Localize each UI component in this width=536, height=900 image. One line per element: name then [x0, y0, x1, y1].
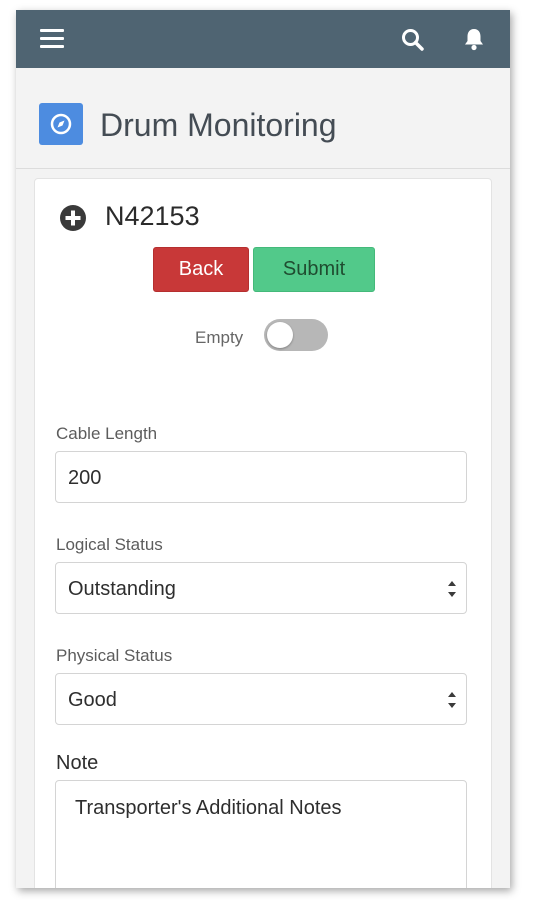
back-button[interactable]: Back: [153, 247, 249, 292]
cable-length-value: 200: [68, 467, 102, 489]
empty-toggle-row: Empty: [35, 319, 491, 355]
note-label: Note: [56, 752, 99, 774]
bell-icon[interactable]: [461, 26, 487, 52]
physical-status-label: Physical Status: [56, 646, 173, 665]
record-id: N42153: [105, 201, 200, 231]
physical-status-select[interactable]: Good: [55, 673, 467, 725]
compass-icon: [39, 103, 83, 145]
record-form-card: N42153 Back Submit Empty Cable Length 20…: [34, 178, 492, 888]
note-placeholder: Transporter's Additional Notes: [75, 797, 342, 819]
logical-status-label: Logical Status: [56, 535, 163, 554]
logical-status-select[interactable]: Outstanding: [55, 562, 467, 614]
physical-status-value: Good: [68, 689, 117, 711]
mobile-app-frame: Drum Monitoring N42153 Back Submit Empty…: [16, 10, 510, 888]
hamburger-menu-icon[interactable]: [40, 29, 64, 49]
note-textarea[interactable]: Transporter's Additional Notes: [55, 780, 467, 888]
cable-length-label: Cable Length: [56, 424, 158, 443]
submit-button[interactable]: Submit: [253, 247, 375, 292]
cable-length-input[interactable]: 200: [55, 451, 467, 503]
page-header: Drum Monitoring: [16, 68, 510, 169]
select-arrows-icon: [447, 685, 457, 715]
plus-circle-icon[interactable]: [59, 204, 87, 232]
search-icon[interactable]: [400, 27, 426, 53]
empty-toggle-label: Empty: [195, 328, 244, 347]
logical-status-value: Outstanding: [68, 578, 176, 600]
empty-toggle-switch[interactable]: [264, 319, 328, 351]
top-navigation-bar: [16, 10, 510, 68]
toggle-knob: [267, 322, 293, 348]
select-arrows-icon: [447, 574, 457, 604]
page-title: Drum Monitoring: [100, 107, 337, 143]
